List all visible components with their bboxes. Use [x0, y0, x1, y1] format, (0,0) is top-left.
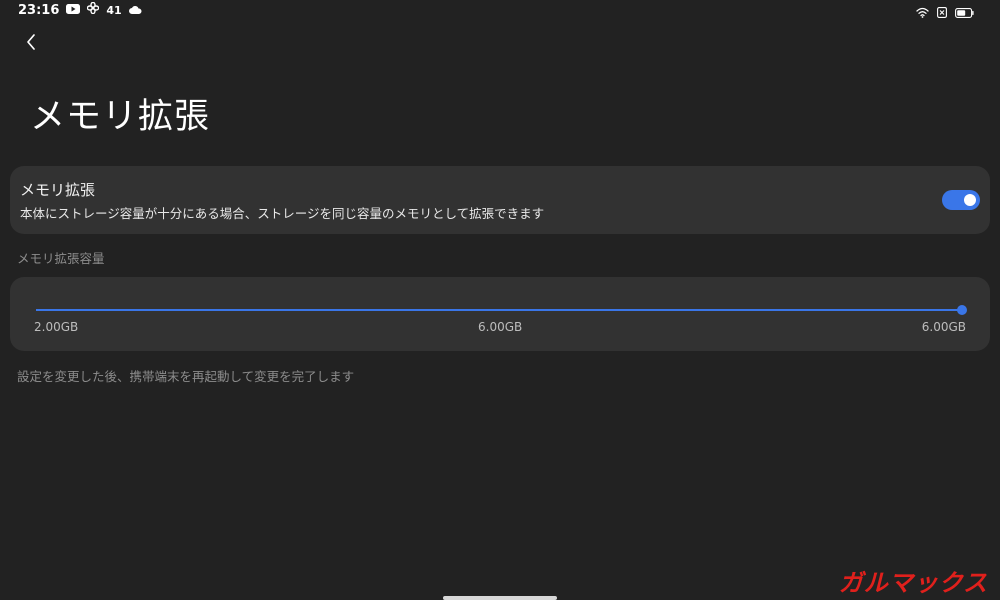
toggle-card-title: メモリ拡張 [20, 181, 96, 199]
cloud-icon [128, 3, 142, 18]
toggle-card-description: 本体にストレージ容量が十分にある場合、ストレージを同じ容量のメモリとして拡張でき… [20, 206, 545, 221]
back-arrow-icon [27, 34, 35, 50]
capacity-section-label: メモリ拡張容量 [17, 251, 105, 266]
switch-knob [964, 194, 976, 206]
slider-mid-label: 6.00GB [478, 320, 523, 334]
slider-min-label: 2.00GB [34, 320, 79, 334]
back-button[interactable] [20, 31, 42, 53]
slider-max-label: 6.00GB [921, 320, 966, 334]
status-right [916, 3, 974, 22]
battery-icon [955, 3, 974, 22]
settings-screen: 23:16 41 メモリ拡張 メモリ拡張 本体にストレージ容量が十分にある場合、… [0, 0, 1000, 600]
capacity-slider-track[interactable] [36, 309, 964, 311]
page-title: メモリ拡張 [30, 97, 211, 137]
notification-count: 41 [106, 3, 122, 17]
home-indicator[interactable] [443, 596, 557, 600]
status-bar: 23:16 41 [0, 0, 1000, 22]
capacity-slider-card: 2.00GB 6.00GB 6.00GB [10, 277, 990, 351]
wifi-icon [916, 3, 929, 22]
memory-expansion-switch[interactable] [942, 190, 980, 210]
memory-expansion-toggle-card[interactable]: メモリ拡張 本体にストレージ容量が十分にある場合、ストレージを同じ容量のメモリと… [10, 166, 990, 234]
fan-icon [87, 1, 100, 18]
sim-off-icon [937, 3, 947, 22]
status-left: 23:16 41 [18, 1, 142, 18]
watermark-logo: ガルマックス [838, 569, 988, 597]
youtube-icon [66, 3, 81, 18]
status-time: 23:16 [18, 2, 60, 18]
restart-note: 設定を変更した後、携帯端末を再起動して変更を完了します [17, 369, 355, 384]
capacity-slider-thumb[interactable] [957, 305, 967, 315]
